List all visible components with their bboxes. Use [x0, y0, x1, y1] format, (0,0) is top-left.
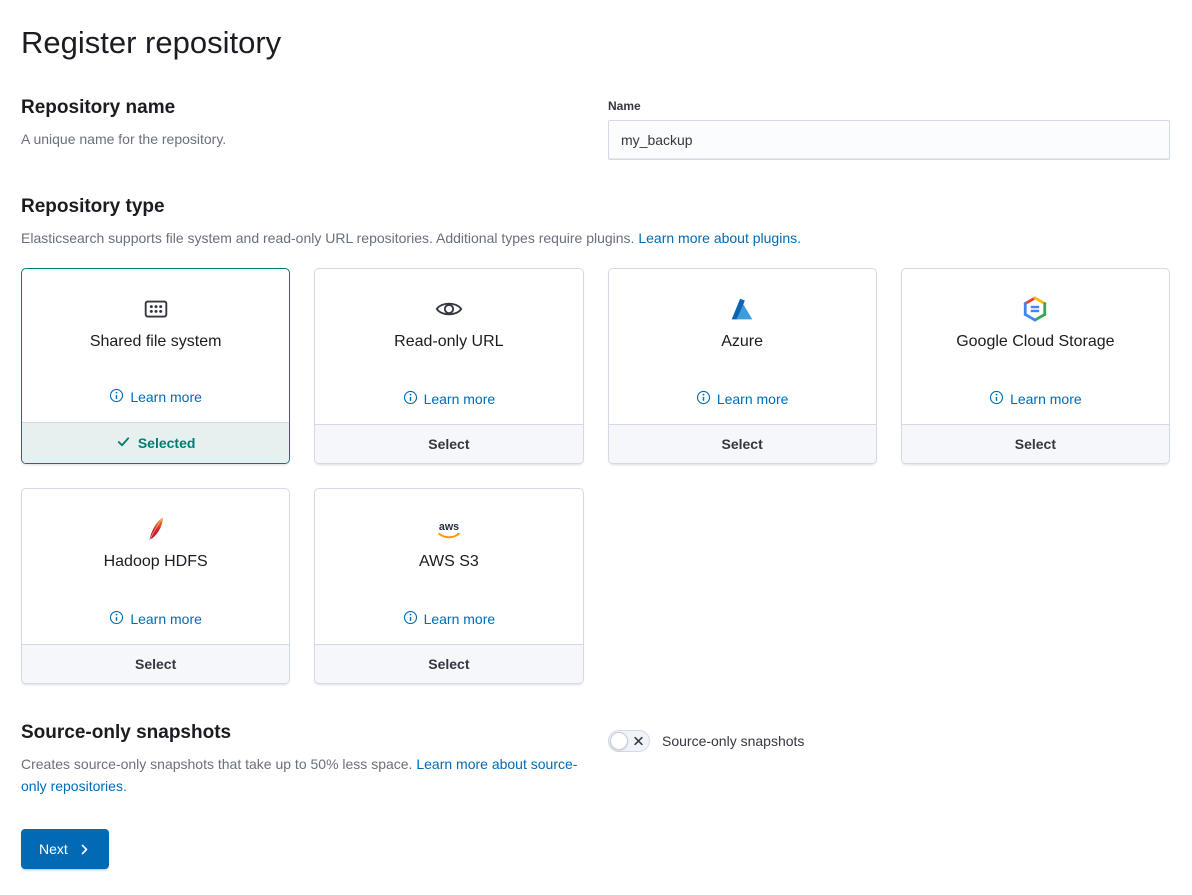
learn-more-plugins-link[interactable]: Learn more about plugins. — [638, 230, 801, 246]
card-footer-select[interactable]: Select — [22, 644, 289, 683]
card-title: AWS S3 — [419, 553, 479, 571]
card-body: Read-only URL Learn more — [315, 269, 582, 424]
repository-type-heading: Repository type — [21, 196, 1170, 218]
source-only-toggle-label: Source-only snapshots — [662, 733, 804, 749]
source-only-toggle-row: Source-only snapshots — [608, 722, 1170, 752]
card-body: Azure Learn more — [609, 269, 876, 424]
repository-type-description-text: Elasticsearch supports file system and r… — [21, 230, 634, 246]
card-title: Shared file system — [90, 333, 222, 351]
card-footer-label: Selected — [138, 435, 196, 451]
learn-more-link[interactable]: Learn more — [989, 374, 1082, 408]
source-only-toggle[interactable] — [608, 730, 650, 752]
repo-type-card-google-cloud-storage[interactable]: Google Cloud Storage Learn more Select — [901, 268, 1170, 464]
svg-text:aws: aws — [439, 521, 459, 533]
card-footer-select[interactable]: Select — [609, 424, 876, 463]
card-footer-label: Select — [722, 436, 763, 452]
card-footer-label: Select — [428, 656, 469, 672]
card-title: Azure — [721, 333, 763, 351]
repository-type-description: Elasticsearch supports file system and r… — [21, 228, 1170, 250]
card-title: Read-only URL — [394, 333, 503, 351]
card-footer-label: Select — [135, 656, 176, 672]
source-only-snapshots-group: Source-only snapshots Creates source-onl… — [21, 722, 1170, 797]
learn-more-label: Learn more — [717, 391, 789, 407]
repo-type-card-read-only-url[interactable]: Read-only URL Learn more Select — [314, 268, 583, 464]
repository-name-group: Repository name A unique name for the re… — [21, 97, 1170, 160]
card-title: Hadoop HDFS — [104, 553, 208, 571]
card-body: Hadoop HDFS Learn more — [22, 489, 289, 644]
repository-type-card-grid: Shared file system Learn more Selected R… — [21, 268, 1170, 684]
repository-name-heading: Repository name — [21, 97, 586, 119]
card-footer-selected[interactable]: Selected — [22, 422, 289, 463]
source-only-heading: Source-only snapshots — [21, 722, 586, 744]
repo-type-card-aws-s3[interactable]: aws AWS S3 Learn more Select — [314, 488, 583, 684]
storage-icon — [141, 293, 171, 325]
aws-icon: aws — [433, 513, 465, 545]
azure-icon — [727, 293, 757, 325]
learn-more-link[interactable]: Learn more — [109, 594, 202, 628]
learn-more-link[interactable]: Learn more — [403, 594, 496, 628]
info-icon — [989, 390, 1004, 408]
learn-more-label: Learn more — [130, 611, 202, 627]
repository-name-description: A unique name for the repository. — [21, 129, 586, 151]
chevron-right-icon — [78, 843, 91, 856]
card-footer-select[interactable]: Select — [315, 424, 582, 463]
info-icon — [109, 388, 124, 406]
card-body: Shared file system Learn more — [22, 269, 289, 422]
cross-icon — [634, 736, 643, 745]
learn-more-link[interactable]: Learn more — [403, 374, 496, 408]
learn-more-label: Learn more — [424, 611, 496, 627]
next-button[interactable]: Next — [21, 829, 109, 869]
repo-type-card-hadoop-hdfs[interactable]: Hadoop HDFS Learn more Select — [21, 488, 290, 684]
repo-type-card-azure[interactable]: Azure Learn more Select — [608, 268, 877, 464]
card-footer-select[interactable]: Select — [315, 644, 582, 683]
card-footer-label: Select — [428, 436, 469, 452]
hadoop-feather-icon — [141, 513, 171, 545]
card-footer-label: Select — [1015, 436, 1056, 452]
learn-more-label: Learn more — [424, 391, 496, 407]
info-icon — [109, 610, 124, 628]
learn-more-link[interactable]: Learn more — [696, 374, 789, 408]
info-icon — [403, 610, 418, 628]
toggle-thumb-icon — [610, 732, 628, 750]
learn-more-link[interactable]: Learn more — [109, 372, 202, 406]
learn-more-label: Learn more — [130, 389, 202, 405]
next-button-label: Next — [39, 841, 68, 857]
check-icon — [116, 434, 131, 452]
card-body: aws AWS S3 Learn more — [315, 489, 582, 644]
learn-more-label: Learn more — [1010, 391, 1082, 407]
name-field-label: Name — [608, 99, 1170, 113]
repo-type-card-shared-file-system[interactable]: Shared file system Learn more Selected — [21, 268, 290, 464]
source-only-description-text: Creates source-only snapshots that take … — [21, 756, 412, 772]
repository-type-header: Repository type Elasticsearch supports f… — [21, 196, 1170, 250]
info-icon — [696, 390, 711, 408]
card-title: Google Cloud Storage — [956, 333, 1114, 351]
source-only-description: Creates source-only snapshots that take … — [21, 754, 586, 797]
card-body: Google Cloud Storage Learn more — [902, 269, 1169, 424]
repository-name-input[interactable] — [608, 120, 1170, 160]
info-icon — [403, 390, 418, 408]
page-title: Register repository — [21, 24, 1170, 61]
eye-icon — [434, 293, 464, 325]
google-cloud-storage-icon — [1020, 293, 1050, 325]
card-footer-select[interactable]: Select — [902, 424, 1169, 463]
